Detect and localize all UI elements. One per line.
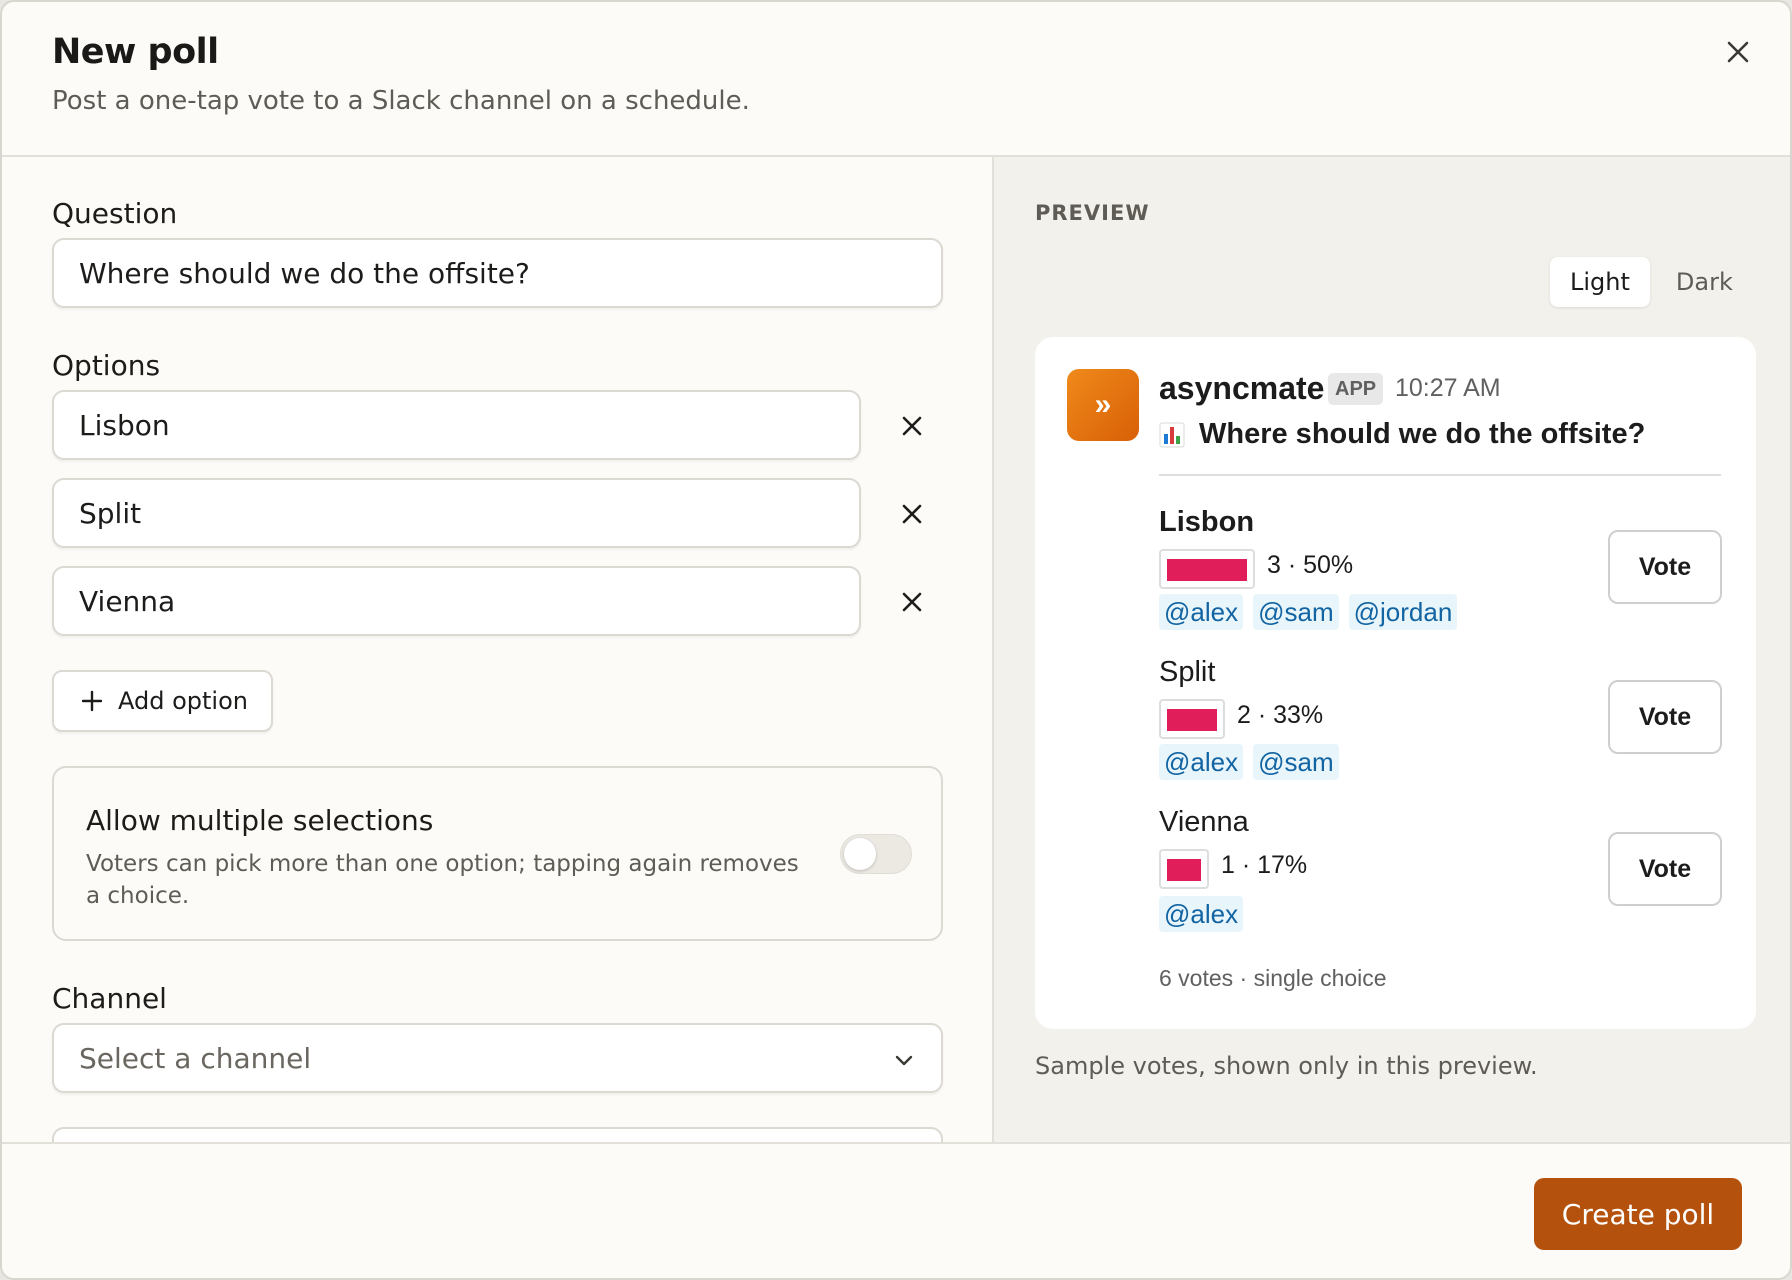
remove-option-vienna-button[interactable] xyxy=(898,588,926,616)
theme-dark-button[interactable]: Dark xyxy=(1656,257,1753,307)
theme-light-button[interactable]: Light xyxy=(1550,257,1650,307)
channel-label: Channel xyxy=(52,982,167,1015)
result-bar-split xyxy=(1159,699,1225,739)
result-bar-vienna xyxy=(1159,849,1209,889)
multi-select-toggle[interactable] xyxy=(840,834,912,874)
modal-footer: Create poll xyxy=(2,1142,1790,1278)
result-stat-split: 2 · 33% xyxy=(1237,701,1324,729)
option-input-vienna[interactable]: Vienna xyxy=(52,566,861,636)
chevron-down-icon xyxy=(895,1055,913,1066)
result-stat-vienna: 1 · 17% xyxy=(1221,851,1308,879)
poll-form: Question Where should we do the offsite?… xyxy=(2,157,992,1143)
close-icon xyxy=(902,504,922,524)
result-stat-lisbon: 3 · 50% xyxy=(1267,551,1354,579)
add-option-label: Add option xyxy=(118,687,248,715)
poll-question-text: Where should we do the offsite? xyxy=(1199,418,1646,450)
poll-question: Where should we do the offsite? xyxy=(1159,418,1645,451)
preview-label: PREVIEW xyxy=(1035,201,1150,225)
theme-switcher: Light Dark xyxy=(1550,257,1753,309)
remove-option-split-button[interactable] xyxy=(898,500,926,528)
close-icon xyxy=(902,592,922,612)
close-icon xyxy=(902,416,922,436)
result-name-lisbon: Lisbon xyxy=(1159,506,1255,538)
preview-note: Sample votes, shown only in this preview… xyxy=(1035,1052,1538,1080)
option-input-split[interactable]: Split xyxy=(52,478,861,548)
voter-mention[interactable]: @alex xyxy=(1159,896,1244,932)
result-name-split: Split xyxy=(1159,656,1216,688)
result-name-vienna: Vienna xyxy=(1159,806,1249,838)
result-voters-vienna: @alex xyxy=(1159,896,1244,932)
vote-button-vienna[interactable]: Vote xyxy=(1608,832,1722,906)
vote-button-split[interactable]: Vote xyxy=(1608,680,1722,754)
add-option-button[interactable]: Add option xyxy=(52,670,273,732)
voter-mention[interactable]: @sam xyxy=(1253,594,1339,630)
options-label: Options xyxy=(52,349,161,382)
divider xyxy=(1159,474,1721,476)
app-avatar-icon: » xyxy=(1067,369,1139,441)
vote-button-lisbon[interactable]: Vote xyxy=(1608,530,1722,604)
toggle-knob xyxy=(844,838,876,870)
multi-select-card: Allow multiple selections Voters can pic… xyxy=(52,766,943,941)
preview-pane: PREVIEW Light Dark » asyncmate APP 10:27… xyxy=(992,157,1790,1143)
result-bar-fill xyxy=(1167,859,1201,881)
remove-option-lisbon-button[interactable] xyxy=(898,412,926,440)
multi-select-description: Voters can pick more than one option; ta… xyxy=(86,851,799,909)
voter-mention[interactable]: @sam xyxy=(1253,744,1339,780)
create-poll-button[interactable]: Create poll xyxy=(1534,1178,1742,1250)
close-button[interactable] xyxy=(1722,36,1754,68)
next-field-partial xyxy=(52,1127,943,1143)
channel-select[interactable]: Select a channel xyxy=(52,1023,943,1093)
result-voters-lisbon: @alex @sam @jordan xyxy=(1159,594,1458,630)
question-label: Question xyxy=(52,197,178,230)
question-input[interactable]: Where should we do the offsite? xyxy=(52,238,943,308)
result-voters-split: @alex @sam xyxy=(1159,744,1339,780)
poll-summary: 6 votes · single choice xyxy=(1159,965,1387,991)
close-icon xyxy=(1727,41,1749,63)
bar-chart-icon xyxy=(1159,422,1185,447)
app-badge: APP xyxy=(1328,373,1384,405)
message-time: 10:27 AM xyxy=(1395,374,1501,402)
result-bar-lisbon xyxy=(1159,549,1255,589)
result-bar-fill xyxy=(1167,709,1217,731)
result-bar-fill xyxy=(1167,559,1247,581)
channel-select-placeholder: Select a channel xyxy=(79,1041,312,1075)
voter-mention[interactable]: @alex xyxy=(1159,744,1244,780)
modal-header: New poll Post a one-tap vote to a Slack … xyxy=(2,2,1790,157)
voter-mention[interactable]: @jordan xyxy=(1348,594,1458,630)
plus-icon xyxy=(81,690,103,712)
new-poll-modal: New poll Post a one-tap vote to a Slack … xyxy=(0,0,1792,1280)
voter-mention[interactable]: @alex xyxy=(1159,594,1244,630)
multi-select-title: Allow multiple selections xyxy=(86,804,434,837)
slack-message-preview: » asyncmate APP 10:27 AM Where should we… xyxy=(1035,337,1756,1029)
modal-subtitle: Post a one-tap vote to a Slack channel o… xyxy=(52,86,750,116)
option-input-lisbon[interactable]: Lisbon xyxy=(52,390,861,460)
sender-name: asyncmate xyxy=(1159,370,1325,406)
modal-title: New poll xyxy=(52,32,219,72)
